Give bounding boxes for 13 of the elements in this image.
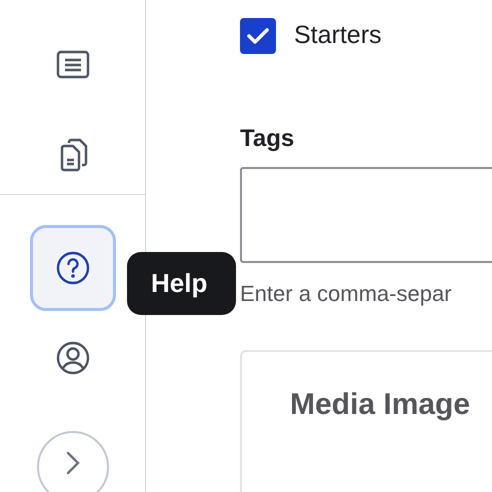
check-icon [247, 26, 269, 45]
field-label: Tags [240, 124, 296, 154]
sidebar-button[interactable] [30, 225, 116, 311]
list-icon [56, 50, 90, 80]
chevron-right-icon [66, 451, 80, 475]
tags-field[interactable] [240, 166, 492, 262]
checkbox-label: Starters [294, 20, 382, 51]
help-text: Enter a comma-separ [240, 280, 453, 308]
user-icon [56, 341, 90, 375]
checkbox[interactable] [240, 18, 276, 54]
card-title: Media Image [290, 388, 470, 420]
tooltip: Help [127, 252, 236, 315]
help-icon [56, 251, 90, 285]
